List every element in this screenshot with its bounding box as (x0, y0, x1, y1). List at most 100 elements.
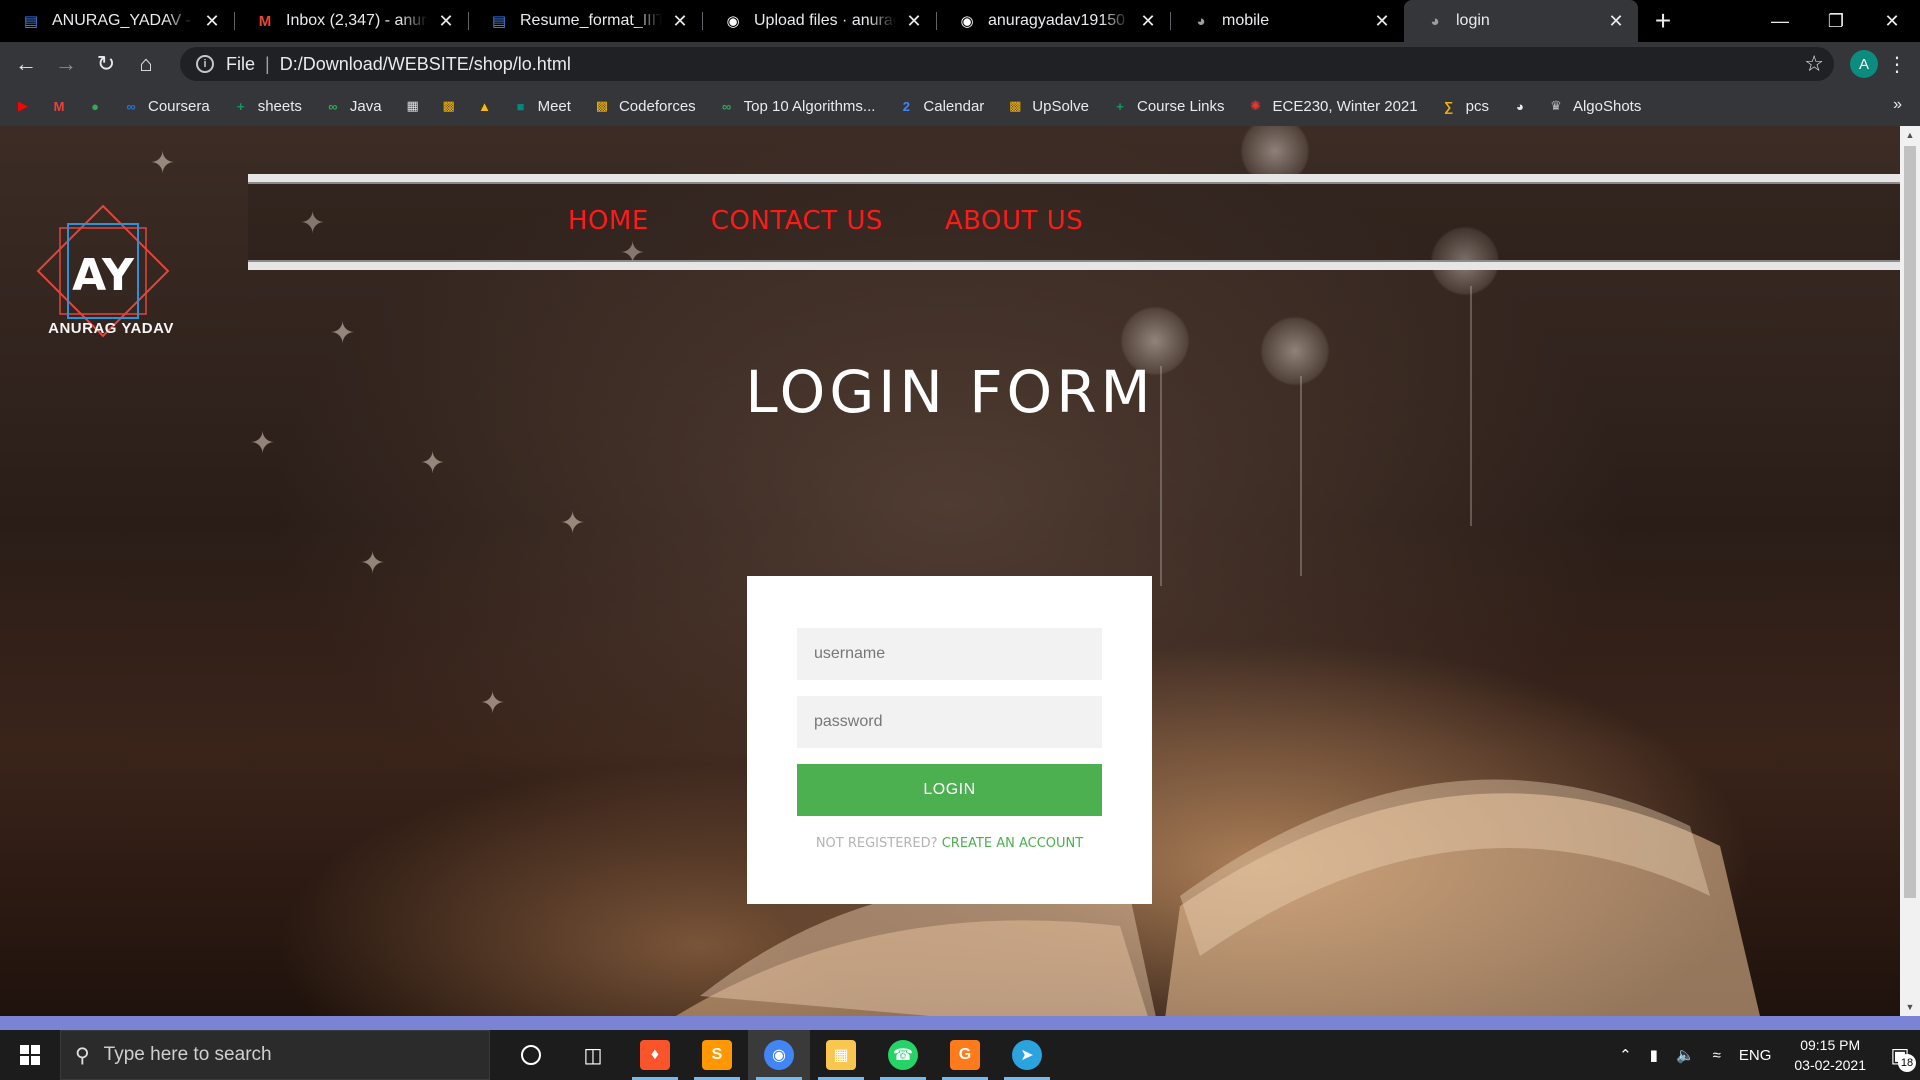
taskbar-app[interactable]: ☎ (872, 1030, 934, 1080)
password-input[interactable] (797, 696, 1102, 748)
docs-icon: ▤ (23, 13, 39, 30)
wifi-icon[interactable]: ≈ (1713, 1047, 1721, 1064)
bookmark-label: pcs (1465, 97, 1489, 115)
browser-tab[interactable]: ▤ ANURAG_YADAV - Goo ✕ (0, 0, 234, 42)
bookmark-item[interactable]: ● (86, 97, 104, 115)
bookmarks-overflow-button[interactable]: » (1893, 96, 1902, 114)
address-bar[interactable]: i File | D:/Download/WEBSITE/shop/lo.htm… (180, 47, 1834, 81)
profile-avatar[interactable]: A (1850, 50, 1878, 78)
restore-button[interactable]: ❐ (1808, 0, 1864, 42)
nav-links: HOME CONTACT US ABOUT US (568, 206, 1083, 236)
show-hidden-icons-icon[interactable]: ⌃ (1619, 1046, 1632, 1064)
browser-tab[interactable]: ◕ mobile ✕ (1170, 0, 1404, 42)
bookmark-item[interactable]: ▩ Codeforces (593, 97, 696, 115)
bird-decoration-icon: ✦ (330, 317, 356, 350)
taskbar-app[interactable]: S (686, 1030, 748, 1080)
language-indicator[interactable]: ENG (1739, 1047, 1772, 1064)
close-window-button[interactable]: ✕ (1864, 0, 1920, 42)
username-input[interactable] (797, 628, 1102, 680)
browser-tab[interactable]: M Inbox (2,347) - anurag1 ✕ (234, 0, 468, 42)
close-tab-icon[interactable]: ✕ (202, 11, 222, 31)
taskbar-app[interactable]: ▦ (810, 1030, 872, 1080)
browser-tab[interactable]: ◉ anuragyadav19150 (An ✕ (936, 0, 1170, 42)
taskbar-app[interactable]: G (934, 1030, 996, 1080)
globe-icon: ◕ (1516, 98, 1524, 114)
clock-time: 09:15 PM (1800, 1037, 1861, 1053)
close-tab-icon[interactable]: ✕ (1606, 11, 1626, 31)
bookmark-item[interactable]: ∞ Coursera (122, 97, 209, 115)
forward-button[interactable]: → (48, 46, 84, 82)
nav-link-home[interactable]: HOME (568, 206, 649, 236)
site-info-icon[interactable]: i (196, 55, 214, 73)
page-scrollbar[interactable]: ▲ ▼ (1900, 126, 1920, 1016)
close-tab-icon[interactable]: ✕ (670, 11, 690, 31)
logo-letters: AY (72, 250, 135, 301)
bookmark-item[interactable]: ■ Meet (512, 97, 571, 115)
new-tab-button[interactable]: + (1642, 0, 1684, 42)
whatsapp-icon: ☎ (888, 1040, 918, 1070)
sheets-icon: + (236, 98, 245, 114)
tab-title: anuragyadav19150 (An (988, 12, 1130, 29)
scroll-up-icon[interactable]: ▲ (1900, 126, 1920, 144)
create-account-link[interactable]: CREATE AN ACCOUNT (942, 836, 1083, 851)
taskbar-app[interactable]: ♦ (624, 1030, 686, 1080)
bookmark-item[interactable]: ▲ (476, 97, 494, 115)
tab-title: Inbox (2,347) - anurag1 (286, 12, 428, 29)
file-explorer-icon: ▦ (826, 1040, 856, 1070)
scroll-down-icon[interactable]: ▼ (1900, 998, 1920, 1016)
bookmark-item[interactable]: ∞ Top 10 Algorithms... (718, 97, 875, 115)
bookmark-item[interactable]: ∑ pcs (1440, 97, 1489, 115)
bookmark-item[interactable]: ▩ (440, 97, 458, 115)
minimize-button[interactable]: — (1752, 0, 1808, 42)
taskbar-app[interactable]: ➤ (996, 1030, 1058, 1080)
bookmark-item[interactable]: M (50, 97, 68, 115)
bookmark-item[interactable]: + Course Links (1111, 97, 1225, 115)
close-tab-icon[interactable]: ✕ (904, 11, 924, 31)
url-separator: | (265, 53, 270, 74)
url-text[interactable]: D:/Download/WEBSITE/shop/lo.html (280, 54, 1805, 75)
bookmark-item[interactable]: ♛ AlgoShots (1547, 97, 1641, 115)
notification-center-icon[interactable]: ▣ 18 (1880, 1030, 1920, 1080)
bird-decoration-icon: ✦ (150, 147, 176, 180)
close-tab-icon[interactable]: ✕ (1372, 11, 1392, 31)
nav-link-contact-us[interactable]: CONTACT US (711, 206, 883, 236)
reload-button[interactable]: ↻ (88, 46, 124, 82)
window-controls: — ❐ ✕ (1752, 0, 1920, 42)
taskbar-search[interactable]: ⚲ Type here to search (60, 1030, 490, 1080)
taskbar-app[interactable]: ◫ (562, 1030, 624, 1080)
tab-title: login (1456, 12, 1490, 29)
globe-icon: ◕ (1196, 12, 1206, 30)
home-button[interactable]: ⌂ (128, 46, 164, 82)
task-view-icon: ◫ (583, 1044, 603, 1067)
bookmark-item[interactable]: ✺ ECE230, Winter 2021 (1247, 97, 1418, 115)
bookmark-label: Java (349, 97, 382, 115)
bookmark-label: Course Links (1136, 97, 1225, 115)
bookmark-item[interactable]: ◕ (1511, 97, 1529, 115)
bookmark-star-icon[interactable]: ☆ (1804, 51, 1824, 77)
bookmark-item[interactable]: + sheets (232, 97, 302, 115)
nav-link-about-us[interactable]: ABOUT US (945, 206, 1083, 236)
globe-icon: ◕ (1430, 12, 1440, 30)
browser-tab[interactable]: ◕ login ✕ (1404, 0, 1638, 42)
start-button[interactable] (0, 1030, 60, 1080)
bookmark-item[interactable]: ▩ UpSolve (1006, 97, 1089, 115)
taskbar-apps: ◫ ♦ S ◉ ▦ ☎ G ➤ (500, 1030, 1058, 1080)
scrollbar-thumb[interactable] (1904, 146, 1916, 898)
taskbar-clock[interactable]: 09:15 PM 03-02-2021 (1794, 1035, 1866, 1075)
taskbar-app[interactable] (500, 1030, 562, 1080)
back-button[interactable]: ← (8, 46, 44, 82)
browser-menu-icon[interactable]: ⋮ (1882, 46, 1912, 82)
close-tab-icon[interactable]: ✕ (436, 11, 456, 31)
bookmark-item[interactable]: ▶ (14, 97, 32, 115)
volume-muted-icon[interactable]: 🔈 (1676, 1046, 1695, 1064)
browser-tab[interactable]: ▤ Resume_format_IIITD (✕ (468, 0, 702, 42)
battery-icon[interactable]: ▮ (1650, 1046, 1658, 1064)
taskbar-search-placeholder: Type here to search (103, 1044, 272, 1065)
taskbar-app[interactable]: ◉ (748, 1030, 810, 1080)
bookmark-item[interactable]: ∞ Java (324, 97, 382, 115)
close-tab-icon[interactable]: ✕ (1138, 11, 1158, 31)
browser-tab[interactable]: ◉ Upload files · anuragya ✕ (702, 0, 936, 42)
bookmark-item[interactable]: ▦ (404, 97, 422, 115)
bookmark-item[interactable]: 2 Calendar (897, 97, 985, 115)
login-button[interactable]: LOGIN (797, 764, 1102, 816)
